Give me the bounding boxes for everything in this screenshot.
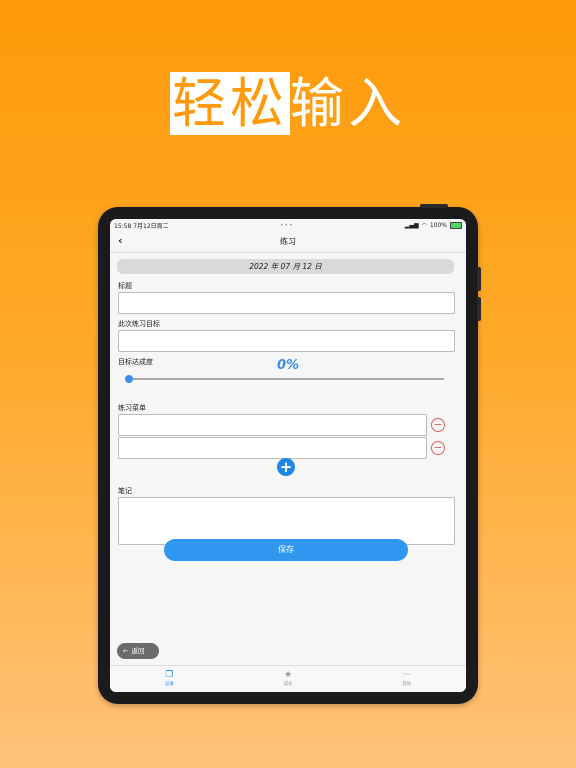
wifi-icon: ◠: [421, 221, 427, 229]
device-volume-down: [477, 297, 481, 321]
menu-item-input[interactable]: [118, 437, 427, 459]
menu-label: 练习菜单: [118, 404, 146, 412]
tab-bar: ❐ 记录 ★ 成长 ··· 其他: [110, 665, 466, 692]
remove-menu-item-button[interactable]: −: [431, 441, 445, 455]
add-menu-item-button[interactable]: +: [277, 458, 295, 476]
tab-label: 成长: [283, 682, 293, 687]
nav-bar: ‹ 练习: [110, 231, 466, 253]
headline-rest: 输入: [290, 72, 406, 135]
headline-highlight: 轻松: [170, 72, 290, 135]
tab-records[interactable]: ❐ 记录: [110, 666, 229, 692]
signal-icon: ▂▄▆: [404, 221, 419, 229]
tab-other[interactable]: ··· 其他: [347, 666, 466, 692]
notes-textarea[interactable]: [118, 497, 455, 545]
multitask-dots-icon[interactable]: •••: [280, 222, 294, 229]
status-bar: 15:58 7月12日周二 ••• ▂▄▆ ◠ 100%: [110, 219, 466, 231]
status-time: 15:58: [114, 222, 132, 230]
remove-menu-item-button[interactable]: −: [431, 418, 445, 432]
device-volume-up: [477, 267, 481, 291]
more-icon: ···: [402, 670, 411, 680]
star-icon: ★: [283, 670, 293, 680]
records-icon: ❐: [165, 670, 174, 680]
progress-percent: 0%: [276, 358, 300, 373]
headline: 轻松输入: [0, 70, 576, 138]
save-button[interactable]: 保存: [164, 539, 408, 561]
arrow-left-icon: ←: [123, 647, 129, 655]
tab-label: 记录: [164, 682, 174, 687]
title-input[interactable]: [118, 292, 455, 314]
tab-label: 其他: [402, 682, 412, 687]
tab-growth[interactable]: ★ 成长: [229, 666, 348, 692]
app-screen: 15:58 7月12日周二 ••• ▂▄▆ ◠ 100% ‹ 练习 2022 年…: [110, 219, 466, 692]
goal-label: 此次练习目标: [118, 320, 160, 328]
goal-input[interactable]: [118, 330, 455, 352]
notes-label: 笔记: [118, 487, 132, 495]
return-button[interactable]: ← 返回: [117, 643, 159, 659]
battery-icon: [449, 221, 462, 229]
page-title: 练习: [280, 237, 296, 246]
status-date: 7月12日周二: [133, 222, 169, 230]
date-selector[interactable]: 2022 年 07 月 12 日: [117, 259, 454, 274]
progress-slider-thumb[interactable]: [125, 375, 133, 383]
title-label: 标题: [118, 282, 132, 290]
menu-item-input[interactable]: [118, 414, 427, 436]
progress-slider-track[interactable]: [129, 378, 444, 380]
tablet-device: 15:58 7月12日周二 ••• ▂▄▆ ◠ 100% ‹ 练习 2022 年…: [98, 204, 481, 704]
device-top-button: [420, 204, 448, 208]
return-label: 返回: [131, 647, 145, 655]
status-battery-text: 100%: [429, 221, 447, 229]
